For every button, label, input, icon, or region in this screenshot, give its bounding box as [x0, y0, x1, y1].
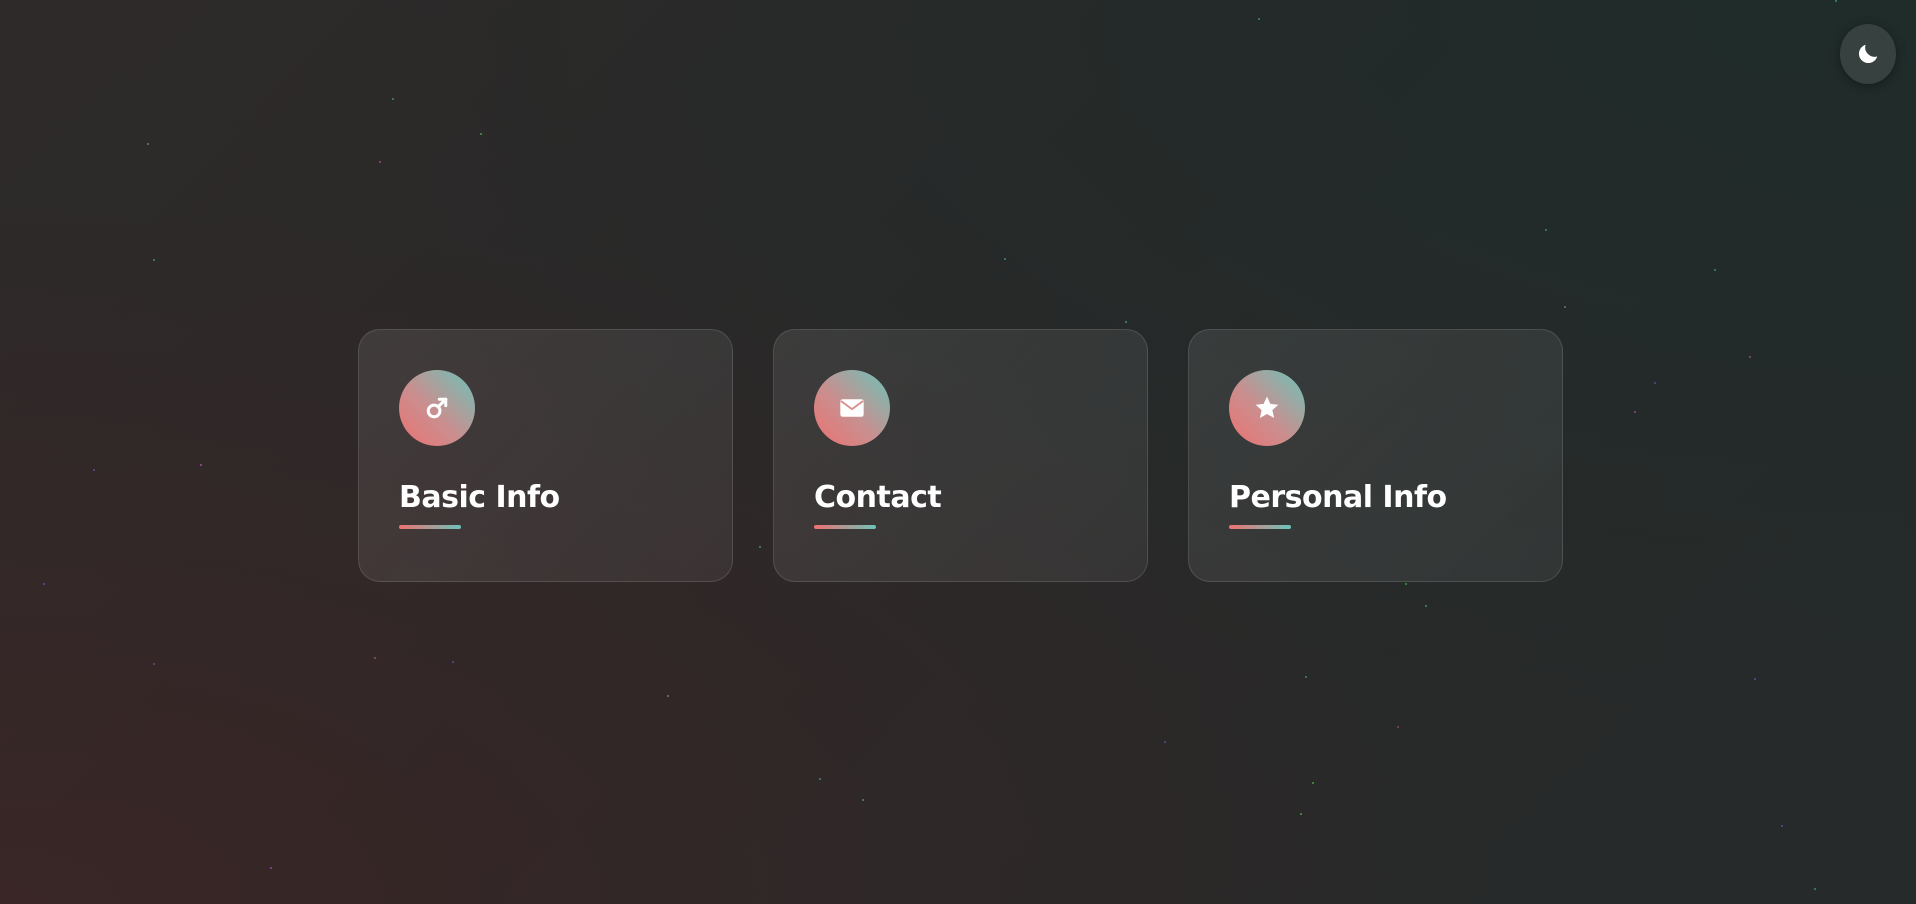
particle — [1300, 813, 1302, 815]
title-underline — [399, 525, 461, 529]
card-title: Personal Info — [1229, 480, 1447, 515]
particle — [200, 464, 202, 466]
particle — [1312, 782, 1314, 784]
particle — [1749, 356, 1751, 358]
particle — [1164, 741, 1166, 743]
particle — [1564, 306, 1566, 308]
particle — [93, 469, 95, 471]
particle — [819, 778, 821, 780]
particle — [1754, 678, 1756, 680]
particle — [480, 133, 482, 135]
star-icon — [1253, 394, 1281, 422]
particle — [374, 657, 376, 659]
particle — [1835, 0, 1837, 2]
particle — [392, 98, 394, 100]
male-symbol-icon — [423, 394, 451, 422]
card-title: Contact — [814, 480, 942, 515]
card-icon-badge — [399, 370, 475, 446]
contact-card[interactable]: Contact — [773, 329, 1148, 582]
card-icon-badge — [814, 370, 890, 446]
particle — [862, 799, 864, 801]
particle — [1714, 269, 1716, 271]
particle — [1397, 726, 1399, 728]
particle — [452, 661, 454, 663]
particle — [153, 259, 155, 261]
particle — [1634, 411, 1636, 413]
title-underline — [814, 525, 876, 529]
particle — [1305, 676, 1307, 678]
particle — [1125, 321, 1127, 323]
particle — [1814, 888, 1816, 890]
card-icon-badge — [1229, 370, 1305, 446]
theme-toggle-button[interactable] — [1840, 24, 1896, 84]
particle — [43, 583, 45, 585]
particle — [1405, 583, 1407, 585]
title-underline — [1229, 525, 1291, 529]
info-cards: Basic Info Contact Personal Info — [358, 329, 1563, 582]
particle — [1545, 229, 1547, 231]
particle — [147, 143, 149, 145]
particle — [1258, 18, 1260, 20]
particle — [667, 695, 669, 697]
particle — [270, 867, 272, 869]
moon-icon — [1855, 41, 1881, 67]
particle — [1781, 825, 1783, 827]
envelope-icon — [838, 394, 866, 422]
card-title: Basic Info — [399, 480, 560, 515]
particle — [153, 663, 155, 665]
basic-info-card[interactable]: Basic Info — [358, 329, 733, 582]
personal-info-card[interactable]: Personal Info — [1188, 329, 1563, 582]
particle — [1654, 382, 1656, 384]
particle — [1004, 258, 1006, 260]
particle — [379, 161, 381, 163]
particle — [1425, 605, 1427, 607]
